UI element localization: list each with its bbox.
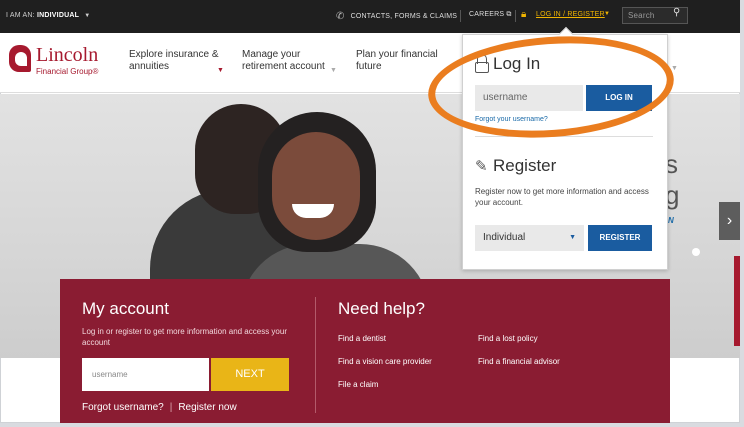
account-type-select[interactable]: Individual ▼ — [475, 225, 584, 251]
divider — [515, 10, 516, 22]
utility-bar: I AM AN: INDIVIDUAL ▼ ✆ CONTACTS, FORMS &… — [0, 0, 740, 33]
nav-item-retirement[interactable]: Manage your retirement account ▼ — [242, 49, 338, 74]
next-button[interactable]: NEXT — [211, 358, 289, 391]
account-username-input[interactable]: username — [82, 358, 209, 391]
contacts-link[interactable]: ✆ CONTACTS, FORMS & CLAIMS — [336, 11, 457, 22]
careers-label: CAREERS — [469, 11, 505, 18]
nav-item-label: Explore insurance & annuities — [129, 49, 219, 72]
carousel-next-button[interactable]: › — [719, 202, 740, 240]
help-link-vision[interactable]: Find a vision care provider — [338, 357, 432, 366]
external-link-icon: ⧉ — [506, 11, 512, 18]
register-now-link[interactable]: Register now — [178, 402, 236, 413]
help-title: Need help? — [338, 299, 425, 318]
pencil-icon: ✎ — [475, 158, 488, 175]
careers-link[interactable]: CAREERS ⧉ — [469, 11, 512, 19]
hero-photo — [272, 132, 360, 240]
chevron-down-icon: ▼ — [569, 234, 576, 241]
chevron-down-icon: ▼ — [330, 67, 337, 74]
lock-icon: 🔒︎ — [521, 9, 527, 20]
login-title: Log In — [493, 54, 541, 73]
audience-prefix: I AM AN: — [6, 12, 35, 19]
search-icon[interactable]: ⚲ — [673, 7, 681, 18]
lock-icon — [475, 54, 489, 74]
logo-subtitle: Financial Group® — [36, 67, 99, 76]
nav-item-label: Plan your financial future — [356, 49, 438, 72]
account-description: Log in or register to get more informati… — [82, 327, 287, 347]
nav-item-insurance[interactable]: Explore insurance & annuities ▼ — [129, 49, 225, 74]
help-link-lost-policy[interactable]: Find a lost policy — [478, 334, 538, 343]
side-tab[interactable] — [734, 256, 740, 346]
select-value: Individual — [483, 232, 526, 243]
help-link-claim[interactable]: File a claim — [338, 380, 378, 389]
chevron-down-icon: ▼ — [604, 11, 611, 17]
login-button[interactable]: LOG IN — [586, 85, 652, 111]
contacts-label: CONTACTS, FORMS & CLAIMS — [350, 13, 458, 20]
chevron-down-icon: ▼ — [84, 13, 91, 19]
nav-item-plan[interactable]: Plan your financial future — [356, 49, 446, 73]
lincoln-logo[interactable]: Lincoln Financial Group® — [9, 44, 107, 81]
phone-icon: ✆ — [336, 11, 345, 22]
help-link-advisor[interactable]: Find a financial advisor — [478, 357, 560, 366]
divider — [460, 10, 461, 22]
login-register-link[interactable]: LOG IN / REGISTER — [536, 11, 605, 18]
page-frame: I AM AN: INDIVIDUAL ▼ ✆ CONTACTS, FORMS &… — [0, 0, 744, 427]
carousel-dot[interactable] — [692, 248, 700, 256]
help-link-dentist[interactable]: Find a dentist — [338, 334, 386, 343]
login-dropdown: Log In username LOG IN Forgot your usern… — [462, 26, 668, 270]
audience-value: INDIVIDUAL — [37, 12, 80, 19]
logo-mark — [9, 45, 31, 72]
divider: | — [169, 402, 173, 413]
chevron-down-icon: ▼ — [217, 67, 224, 74]
account-title: My account — [82, 299, 169, 318]
account-links: Forgot username? | Register now — [82, 402, 237, 413]
band-divider — [315, 297, 316, 413]
nav-item-label: Manage your retirement account — [242, 49, 325, 72]
account-band: My account Log in or register to get mor… — [60, 279, 670, 423]
username-input[interactable]: username — [475, 85, 583, 111]
hero-link-fragment[interactable]: N — [668, 216, 674, 225]
register-button[interactable]: REGISTER — [588, 225, 652, 251]
register-title: Register — [493, 156, 557, 175]
divider — [475, 136, 653, 137]
forgot-username-link[interactable]: Forgot your username? — [475, 116, 548, 123]
forgot-username-link[interactable]: Forgot username? — [82, 402, 164, 413]
logo-name: Lincoln — [36, 44, 99, 66]
audience-selector[interactable]: I AM AN: INDIVIDUAL ▼ — [6, 12, 90, 19]
register-description: Register now to get more information and… — [475, 187, 649, 207]
